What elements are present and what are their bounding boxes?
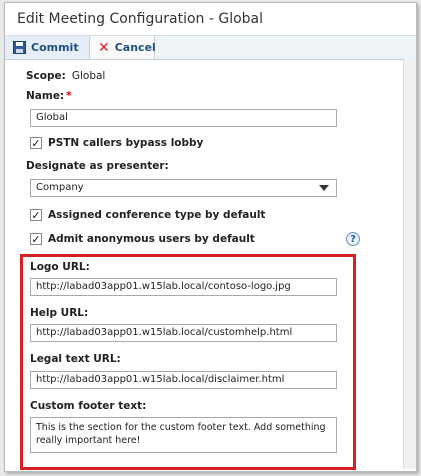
admit-anonymous-checkbox[interactable]: ✓ Admit anonymous users by default [30,233,255,245]
designate-value: Company [36,182,84,193]
help-url-label: Help URL: [30,307,89,319]
chevron-down-icon [319,185,329,191]
commit-button[interactable]: Commit [5,36,90,59]
footer-text-label: Custom footer text: [30,400,147,412]
window-title: Edit Meeting Configuration - Global [17,11,264,27]
legal-url-input[interactable]: http://labad03app01.w15lab.local/disclai… [30,371,337,389]
save-disk-icon [13,41,26,54]
name-label: Name: [26,90,65,102]
checkbox-box[interactable]: ✓ [30,209,42,221]
commit-label: Commit [31,41,79,54]
toolbar: Commit ✕ Cancel [5,35,416,60]
legal-url-label: Legal text URL: [30,353,121,365]
vertical-scrollbar[interactable] [403,59,416,469]
required-mark: * [66,90,72,102]
name-label-row: Name: * [26,90,72,102]
cancel-label: Cancel [114,41,156,54]
logo-url-input[interactable]: http://labad03app01.w15lab.local/contoso… [30,278,337,296]
help-url-input[interactable]: http://labad03app01.w15lab.local/customh… [30,324,337,342]
designate-label: Designate as presenter: [26,160,169,172]
scope-row: Scope: Global [26,70,105,82]
name-input[interactable]: Global [30,109,337,127]
dialog-window: Edit Meeting Configuration - Global Comm… [4,2,417,472]
designate-presenter-select[interactable]: Company [30,179,337,197]
checkbox-box[interactable]: ✓ [30,233,42,245]
assigned-conference-checkbox[interactable]: ✓ Assigned conference type by default [30,209,265,221]
admit-anonymous-label: Admit anonymous users by default [48,233,255,245]
pstn-bypass-checkbox[interactable]: ✓ PSTN callers bypass lobby [30,137,203,149]
assigned-conference-label: Assigned conference type by default [48,209,266,221]
close-x-icon: ✕ [98,39,110,56]
cancel-button[interactable]: ✕ Cancel [90,36,156,59]
checkbox-box[interactable]: ✓ [30,137,42,149]
pstn-bypass-label: PSTN callers bypass lobby [48,137,204,149]
scope-value: Global [71,70,106,82]
help-question-icon[interactable]: ? [346,232,360,246]
title-bar: Edit Meeting Configuration - Global [5,3,416,35]
logo-url-label: Logo URL: [30,261,90,273]
footer-text-input[interactable]: This is the section for the custom foote… [30,417,337,453]
scope-label: Scope: [26,70,66,82]
